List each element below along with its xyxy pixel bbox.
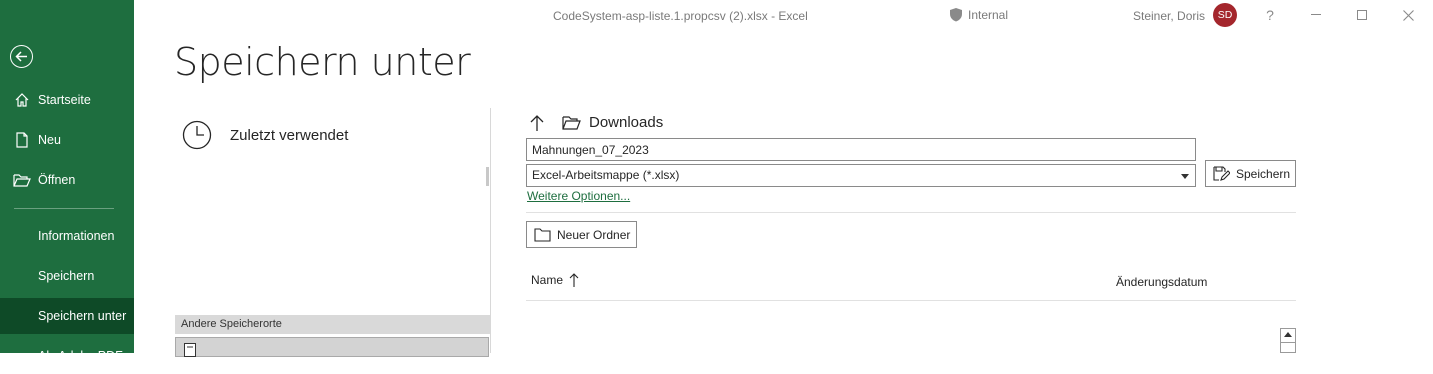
column-name-label: Name: [531, 273, 564, 287]
sidebar-item-informationen[interactable]: Informationen: [0, 218, 134, 254]
sidebar-item-label: Speichern unter: [38, 309, 127, 323]
sidebar-item-neu[interactable]: Neu: [0, 122, 134, 158]
close-button[interactable]: [1385, 0, 1431, 30]
recent-label: Zuletzt verwendet: [230, 126, 349, 144]
column-header-name[interactable]: Name: [531, 272, 579, 288]
filename-field[interactable]: [526, 138, 1196, 161]
window-title: CodeSystem-asp-liste.1.propcsv (2).xlsx …: [553, 9, 808, 23]
divider: [526, 212, 1296, 213]
arrow-up-icon: [530, 115, 544, 131]
recent-locations-item[interactable]: Zuletzt verwendet: [182, 120, 348, 150]
sidebar-item-label: Neu: [38, 133, 61, 147]
title-bar: CodeSystem-asp-liste.1.propcsv (2).xlsx …: [134, 0, 1433, 32]
open-folder-icon: [13, 171, 31, 189]
backstage-sidebar: Startseite Neu Öffnen Informationen Spei…: [0, 0, 134, 363]
sidebar-item-speichern[interactable]: Speichern: [0, 258, 134, 294]
shield-icon: [950, 8, 962, 22]
sidebar-item-label: Öffnen: [38, 173, 76, 187]
sidebar-item-als-adobe-pdf[interactable]: Als Adobe PDF: [0, 338, 134, 374]
sidebar-item-label: Startseite: [38, 93, 91, 107]
sidebar-item-label: Informationen: [38, 229, 115, 243]
sidebar-item-label: Speichern: [38, 269, 95, 283]
filetype-value: Excel-Arbeitsmappe (*.xlsx): [532, 168, 680, 182]
sidebar-item-oeffnen[interactable]: Öffnen: [0, 162, 134, 198]
save-button-label: Speichern: [1236, 166, 1291, 181]
minimize-icon: [1311, 14, 1321, 15]
scrollbar-divider: [1281, 342, 1295, 343]
home-icon: [13, 91, 31, 109]
document-icon: [184, 343, 196, 357]
chevron-down-icon: [1181, 174, 1189, 179]
locations-scrollbar[interactable]: [486, 167, 489, 186]
maximize-icon: [1357, 10, 1367, 20]
avatar[interactable]: SD: [1213, 3, 1237, 27]
other-locations-header: Andere Speicherorte: [175, 315, 490, 334]
new-folder-icon: [534, 227, 551, 242]
header-divider: [526, 300, 1296, 301]
help-button[interactable]: ?: [1247, 0, 1293, 30]
up-folder-button[interactable]: [527, 113, 547, 133]
filetype-dropdown[interactable]: Excel-Arbeitsmappe (*.xlsx): [526, 164, 1196, 187]
clock-icon: [182, 120, 212, 150]
location-item[interactable]: [175, 337, 489, 357]
save-icon: [1213, 165, 1230, 181]
save-button[interactable]: Speichern: [1205, 160, 1296, 187]
current-folder-label: Downloads: [589, 114, 664, 131]
close-icon: [1402, 9, 1414, 21]
sidebar-item-label: Als Adobe PDF: [38, 349, 123, 363]
column-header-date[interactable]: Änderungsdatum: [1116, 275, 1207, 289]
sensitivity-text: Internal: [968, 7, 1009, 22]
sort-ascending-icon: [569, 273, 579, 287]
scroll-up-icon[interactable]: [1284, 332, 1292, 337]
current-folder[interactable]: Downloads: [562, 114, 663, 131]
back-arrow-icon[interactable]: [10, 45, 33, 68]
new-folder-button[interactable]: Neuer Ordner: [526, 221, 637, 248]
pane-divider: [490, 108, 491, 353]
sidebar-item-startseite[interactable]: Startseite: [0, 82, 134, 118]
new-folder-label: Neuer Ordner: [557, 227, 631, 242]
file-list-scrollbar[interactable]: [1280, 328, 1296, 353]
more-options-link[interactable]: Weitere Optionen...: [527, 189, 630, 203]
user-name[interactable]: Steiner, Doris: [1133, 9, 1205, 23]
page-title: Speichern unter: [174, 40, 471, 84]
folder-icon: [562, 116, 581, 130]
minimize-button[interactable]: [1293, 0, 1339, 30]
maximize-button[interactable]: [1339, 0, 1385, 30]
new-document-icon: [13, 131, 31, 149]
sidebar-item-speichern-unter[interactable]: Speichern unter: [0, 298, 134, 334]
sensitivity-label[interactable]: Internal: [949, 7, 1008, 22]
sidebar-divider: [14, 208, 114, 209]
